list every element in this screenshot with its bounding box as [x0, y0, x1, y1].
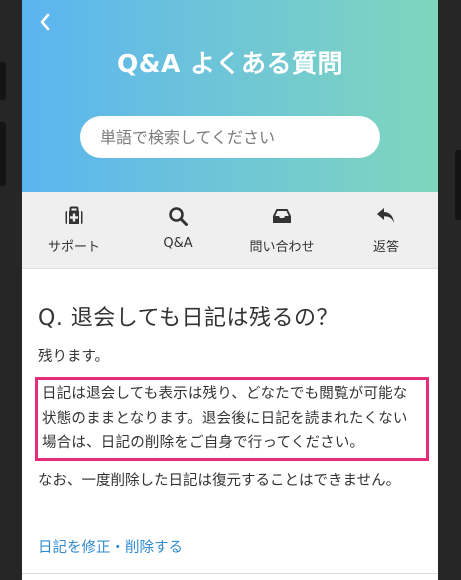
- nav-label: 返答: [372, 240, 399, 255]
- nav-label: 問い合わせ: [249, 240, 315, 255]
- app-screen: Q&A よくある質問 サポート Q&A: [22, 0, 438, 580]
- search-icon: [169, 207, 188, 226]
- nav-label: Q&A: [163, 236, 193, 251]
- nav-item-contact[interactable]: 問い合わせ: [230, 192, 334, 268]
- nav-item-reply[interactable]: 返答: [334, 192, 438, 268]
- search-input[interactable]: [80, 116, 380, 158]
- answer-short: 残ります。: [38, 349, 110, 365]
- inbox-tray-icon: [273, 209, 291, 223]
- phone-side-button: [0, 62, 6, 100]
- divider: [22, 573, 438, 574]
- answer-note: なお、一度削除した日記は復元することはできません。: [38, 473, 401, 489]
- nav-bar: サポート Q&A 問い合わせ 返答: [22, 192, 438, 269]
- page-title: Q&A よくある質問: [116, 49, 344, 78]
- back-button[interactable]: [38, 6, 62, 34]
- nav-item-qa[interactable]: Q&A: [126, 192, 230, 268]
- edit-delete-diary-link[interactable]: 日記を修正・削除する: [38, 536, 183, 557]
- faq-answer: Q. 退会しても日記は残るの？ 残ります。 日記は退会しても表示は残り、どなたで…: [22, 270, 438, 580]
- reply-arrow-icon: [377, 208, 394, 223]
- question-title: Q. 退会しても日記は残るの？: [38, 306, 340, 331]
- nav-label: サポート: [47, 240, 100, 255]
- phone-side-button: [455, 150, 461, 220]
- nav-item-support[interactable]: サポート: [22, 192, 126, 268]
- header: Q&A よくある質問: [22, 0, 438, 192]
- first-aid-kit-icon: [65, 206, 83, 224]
- phone-side-button: [0, 122, 6, 186]
- chevron-left-icon: [40, 13, 50, 31]
- answer-highlight-text: 日記は退会しても表示は残り、どなたでも閲覧が可能な状態のままとなります。退会後に…: [42, 386, 408, 451]
